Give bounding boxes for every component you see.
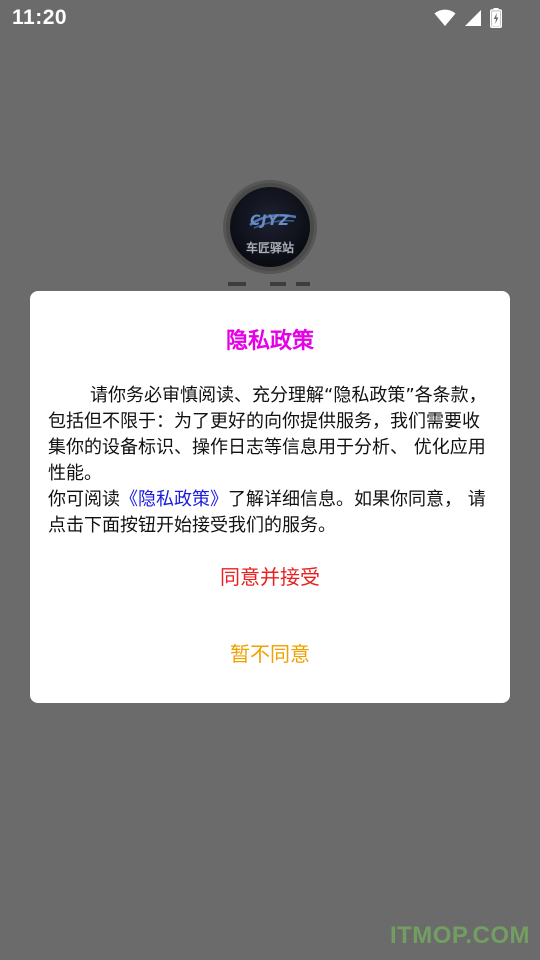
dialog-paragraph-2-prefix: 你可阅读 [48, 489, 120, 510]
privacy-dialog: 隐私政策 请你务必审慎阅读、充分理解“隐私政策”各条款，包括但不限于：为了更好的… [30, 291, 510, 703]
agree-button[interactable]: 同意并接受 [30, 561, 510, 593]
privacy-policy-link[interactable]: 《隐私政策》 [120, 489, 228, 510]
app-logo: CJYZ 车匠驿站 [223, 180, 317, 274]
dialog-body: 请你务必审慎阅读、充分理解“隐私政策”各条款，包括但不限于：为了更好的向你提供服… [48, 383, 494, 539]
logo-mark-text: CJYZ [250, 213, 290, 229]
status-time: 11:20 [12, 6, 68, 29]
watermark: ITMOP.COM [389, 922, 530, 949]
cellular-signal-icon [464, 9, 482, 27]
status-icons [434, 7, 502, 29]
wifi-icon [434, 9, 456, 27]
logo-name-text: 车匠驿站 [245, 241, 294, 255]
decline-button[interactable]: 暂不同意 [30, 638, 510, 670]
dialog-paragraph-2: 你可阅读《隐私政策》了解详细信息。如果你同意， 请点击下面按钮开始接受我们的服务… [48, 487, 494, 539]
battery-charging-icon [490, 8, 502, 28]
status-bar: 11:20 [0, 0, 540, 36]
dialog-paragraph-1: 请你务必审慎阅读、充分理解“隐私政策”各条款，包括但不限于：为了更好的向你提供服… [48, 383, 494, 487]
dialog-paragraph-1-text: 请你务必审慎阅读、充分理解“隐私政策”各条款，包括但不限于：为了更好的向你提供服… [48, 385, 487, 484]
app-logo-badge: CJYZ 车匠驿站 [230, 187, 310, 267]
dialog-title: 隐私政策 [225, 329, 314, 354]
